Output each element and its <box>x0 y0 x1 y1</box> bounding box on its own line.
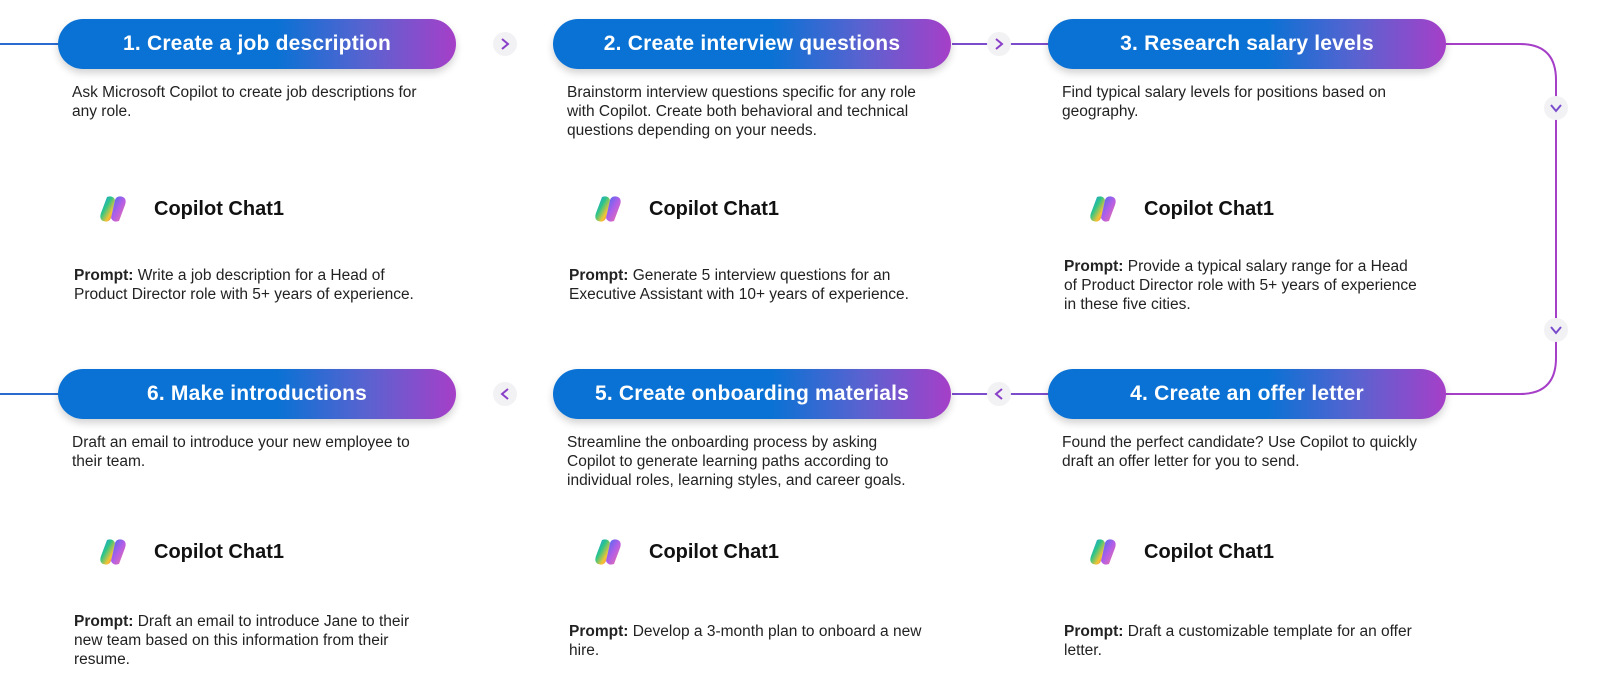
step-5-prompt: Prompt: Develop a 3-month plan to onboar… <box>569 622 929 660</box>
step-title: 3. Research salary levels <box>1120 32 1374 55</box>
step-4-prompt: Prompt: Draft a customizable template fo… <box>1064 622 1424 660</box>
prompt-label: Prompt: <box>569 267 629 284</box>
step-6-prompt: Prompt: Draft an email to introduce Jane… <box>74 612 434 669</box>
prompt-label: Prompt: <box>569 623 629 640</box>
step-2-app: Copilot Chat1 <box>593 194 779 224</box>
chevron-right-icon <box>493 32 517 56</box>
app-name: Copilot Chat1 <box>154 197 284 220</box>
app-name: Copilot Chat1 <box>1144 540 1274 563</box>
step-4-description: Found the perfect candidate? Use Copilot… <box>1062 434 1417 470</box>
copilot-logo-icon <box>100 539 126 565</box>
step-1-header: 1. Create a job description <box>58 19 456 69</box>
connector-loop <box>1444 43 1557 395</box>
app-name: Copilot Chat1 <box>1144 197 1274 220</box>
step-3-header: 3. Research salary levels <box>1048 19 1446 69</box>
step-3-app: Copilot Chat1 <box>1088 194 1274 224</box>
step-1-app: Copilot Chat1 <box>98 194 284 224</box>
copilot-logo-icon <box>1090 196 1116 222</box>
copilot-logo-icon <box>1090 539 1116 565</box>
step-6-header: 6. Make introductions <box>58 369 456 419</box>
copilot-logo-icon <box>595 539 621 565</box>
chevron-right-icon <box>987 32 1011 56</box>
step-2-prompt: Prompt: Generate 5 interview questions f… <box>569 266 929 304</box>
step-title: 6. Make introductions <box>146 382 368 405</box>
step-5-description: Streamline the onboarding process by ask… <box>567 434 906 489</box>
step-3-description: Find typical salary levels for positions… <box>1062 84 1386 120</box>
prompt-label: Prompt: <box>1064 258 1124 275</box>
app-name: Copilot Chat1 <box>649 540 779 563</box>
chevron-left-icon <box>987 382 1011 406</box>
step-title: 2. Create interview questions <box>603 32 901 55</box>
step-6-description: Draft an email to introduce your new emp… <box>72 434 410 470</box>
step-title: 1. Create a job description <box>123 32 391 55</box>
step-5-header: 5. Create onboarding materials <box>553 369 951 419</box>
chevron-down-icon <box>1544 96 1568 120</box>
step-4-header: 4. Create an offer letter <box>1048 369 1446 419</box>
app-name: Copilot Chat1 <box>649 197 779 220</box>
step-title: 4. Create an offer letter <box>1130 382 1364 405</box>
step-title: 5. Create onboarding materials <box>594 382 910 405</box>
step-2-description: Brainstorm interview questions specific … <box>567 84 916 139</box>
step-4-app: Copilot Chat1 <box>1088 537 1274 567</box>
step-5-app: Copilot Chat1 <box>593 537 779 567</box>
step-1-description: Ask Microsoft Copilot to create job desc… <box>72 84 417 120</box>
chevron-down-icon <box>1544 318 1568 342</box>
app-name: Copilot Chat1 <box>154 540 284 563</box>
prompt-label: Prompt: <box>1064 623 1124 640</box>
step-3-prompt: Prompt: Provide a typical salary range f… <box>1064 257 1424 314</box>
chevron-left-icon <box>493 382 517 406</box>
step-1-prompt: Prompt: Write a job description for a He… <box>74 266 434 304</box>
copilot-logo-icon <box>100 196 126 222</box>
step-2-header: 2. Create interview questions <box>553 19 951 69</box>
prompt-label: Prompt: <box>74 267 134 284</box>
step-6-app: Copilot Chat1 <box>98 537 284 567</box>
copilot-logo-icon <box>595 196 621 222</box>
prompt-label: Prompt: <box>74 613 134 630</box>
